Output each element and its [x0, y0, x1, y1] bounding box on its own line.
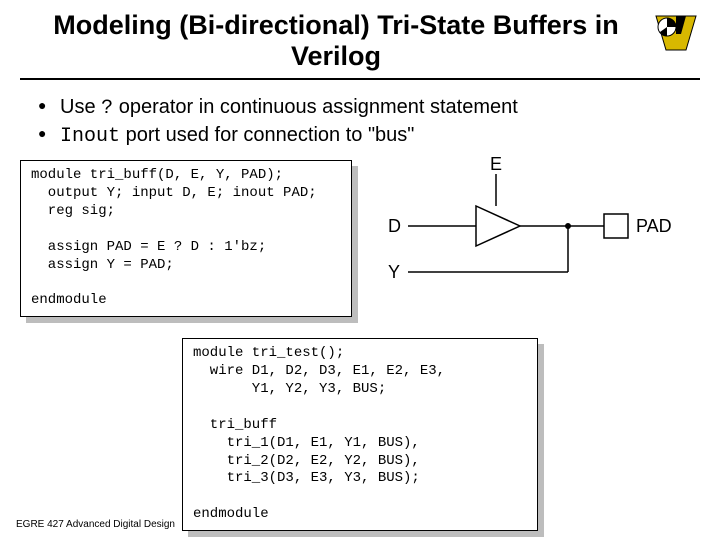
slide-title: Modeling (Bi-directional) Tri-State Buff… [20, 8, 652, 76]
bullet-item: Inout port used for connection to "bus" [38, 122, 700, 150]
bullet-text: port used for connection to "bus" [120, 124, 414, 146]
bullet-code: Inout [60, 125, 120, 148]
footer-text: EGRE 427 Advanced Digital Design [16, 519, 175, 530]
bullet-list: Use ? operator in continuous assignment … [38, 94, 700, 150]
code-block-tri-buff: module tri_buff(D, E, Y, PAD); output Y;… [20, 160, 352, 317]
code-text: module tri_test(); wire D1, D2, D3, E1, … [182, 338, 538, 531]
diagram-label-y: Y [388, 262, 400, 283]
tri-state-diagram: E D Y PAD [368, 160, 700, 320]
bullet-item: Use ? operator in continuous assignment … [38, 94, 700, 122]
bullet-code: ? [101, 97, 113, 120]
code-block-tri-test: module tri_test(); wire D1, D2, D3, E1, … [182, 338, 538, 531]
code-text: module tri_buff(D, E, Y, PAD); output Y;… [20, 160, 352, 317]
diagram-label-d: D [388, 216, 401, 237]
logo-icon [652, 12, 700, 54]
bullet-text: Use [60, 96, 101, 118]
diagram-label-pad: PAD [636, 216, 672, 237]
bullet-text: operator in continuous assignment statem… [113, 96, 518, 118]
diagram-label-e: E [490, 154, 502, 175]
